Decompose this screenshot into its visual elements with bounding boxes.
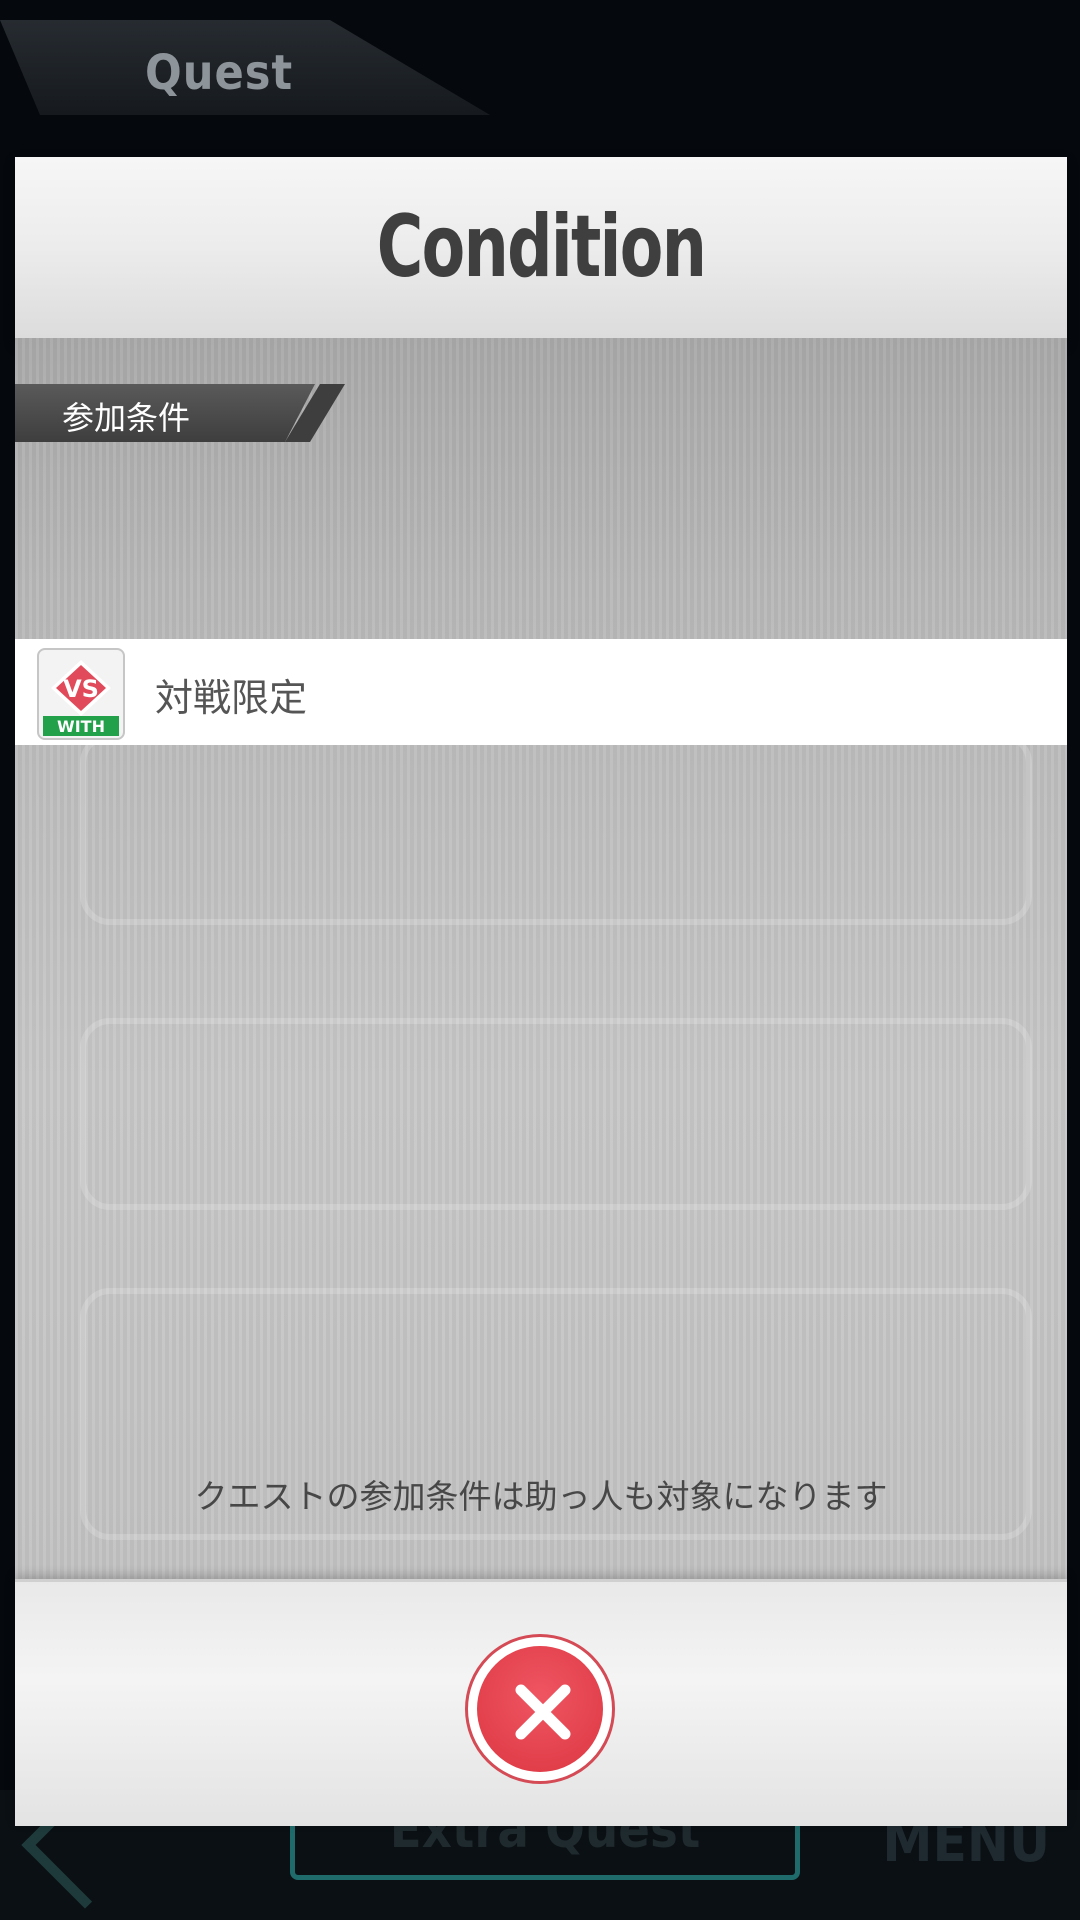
close-icon (515, 1684, 571, 1740)
condition-text: 対戦限定 (155, 676, 308, 720)
svg-text:WITH: WITH (57, 717, 105, 736)
ghost-card (80, 733, 1032, 925)
close-button[interactable] (465, 1634, 615, 1784)
dialog-title: Condition (376, 197, 707, 297)
dialog-body: 参加条件 VS WITH 対戦限定 (15, 338, 1067, 1579)
dialog-header: Condition (15, 157, 1067, 342)
dialog-footer (15, 1579, 1067, 1826)
ghost-card (80, 1018, 1032, 1210)
svg-text:VS: VS (63, 675, 99, 703)
section-label: 参加条件 (62, 399, 191, 437)
vs-with-icon: VS WITH (37, 648, 125, 740)
section-banner: 参加条件 (15, 384, 345, 444)
footnote: クエストの参加条件は助っ人も対象になります (194, 1477, 888, 1516)
quest-title: Quest (145, 45, 294, 101)
condition-row: VS WITH 対戦限定 (15, 639, 1067, 745)
condition-dialog: Condition 参加条件 VS WITH 対戦限定 クエストの参加条件は助っ… (15, 157, 1067, 1826)
